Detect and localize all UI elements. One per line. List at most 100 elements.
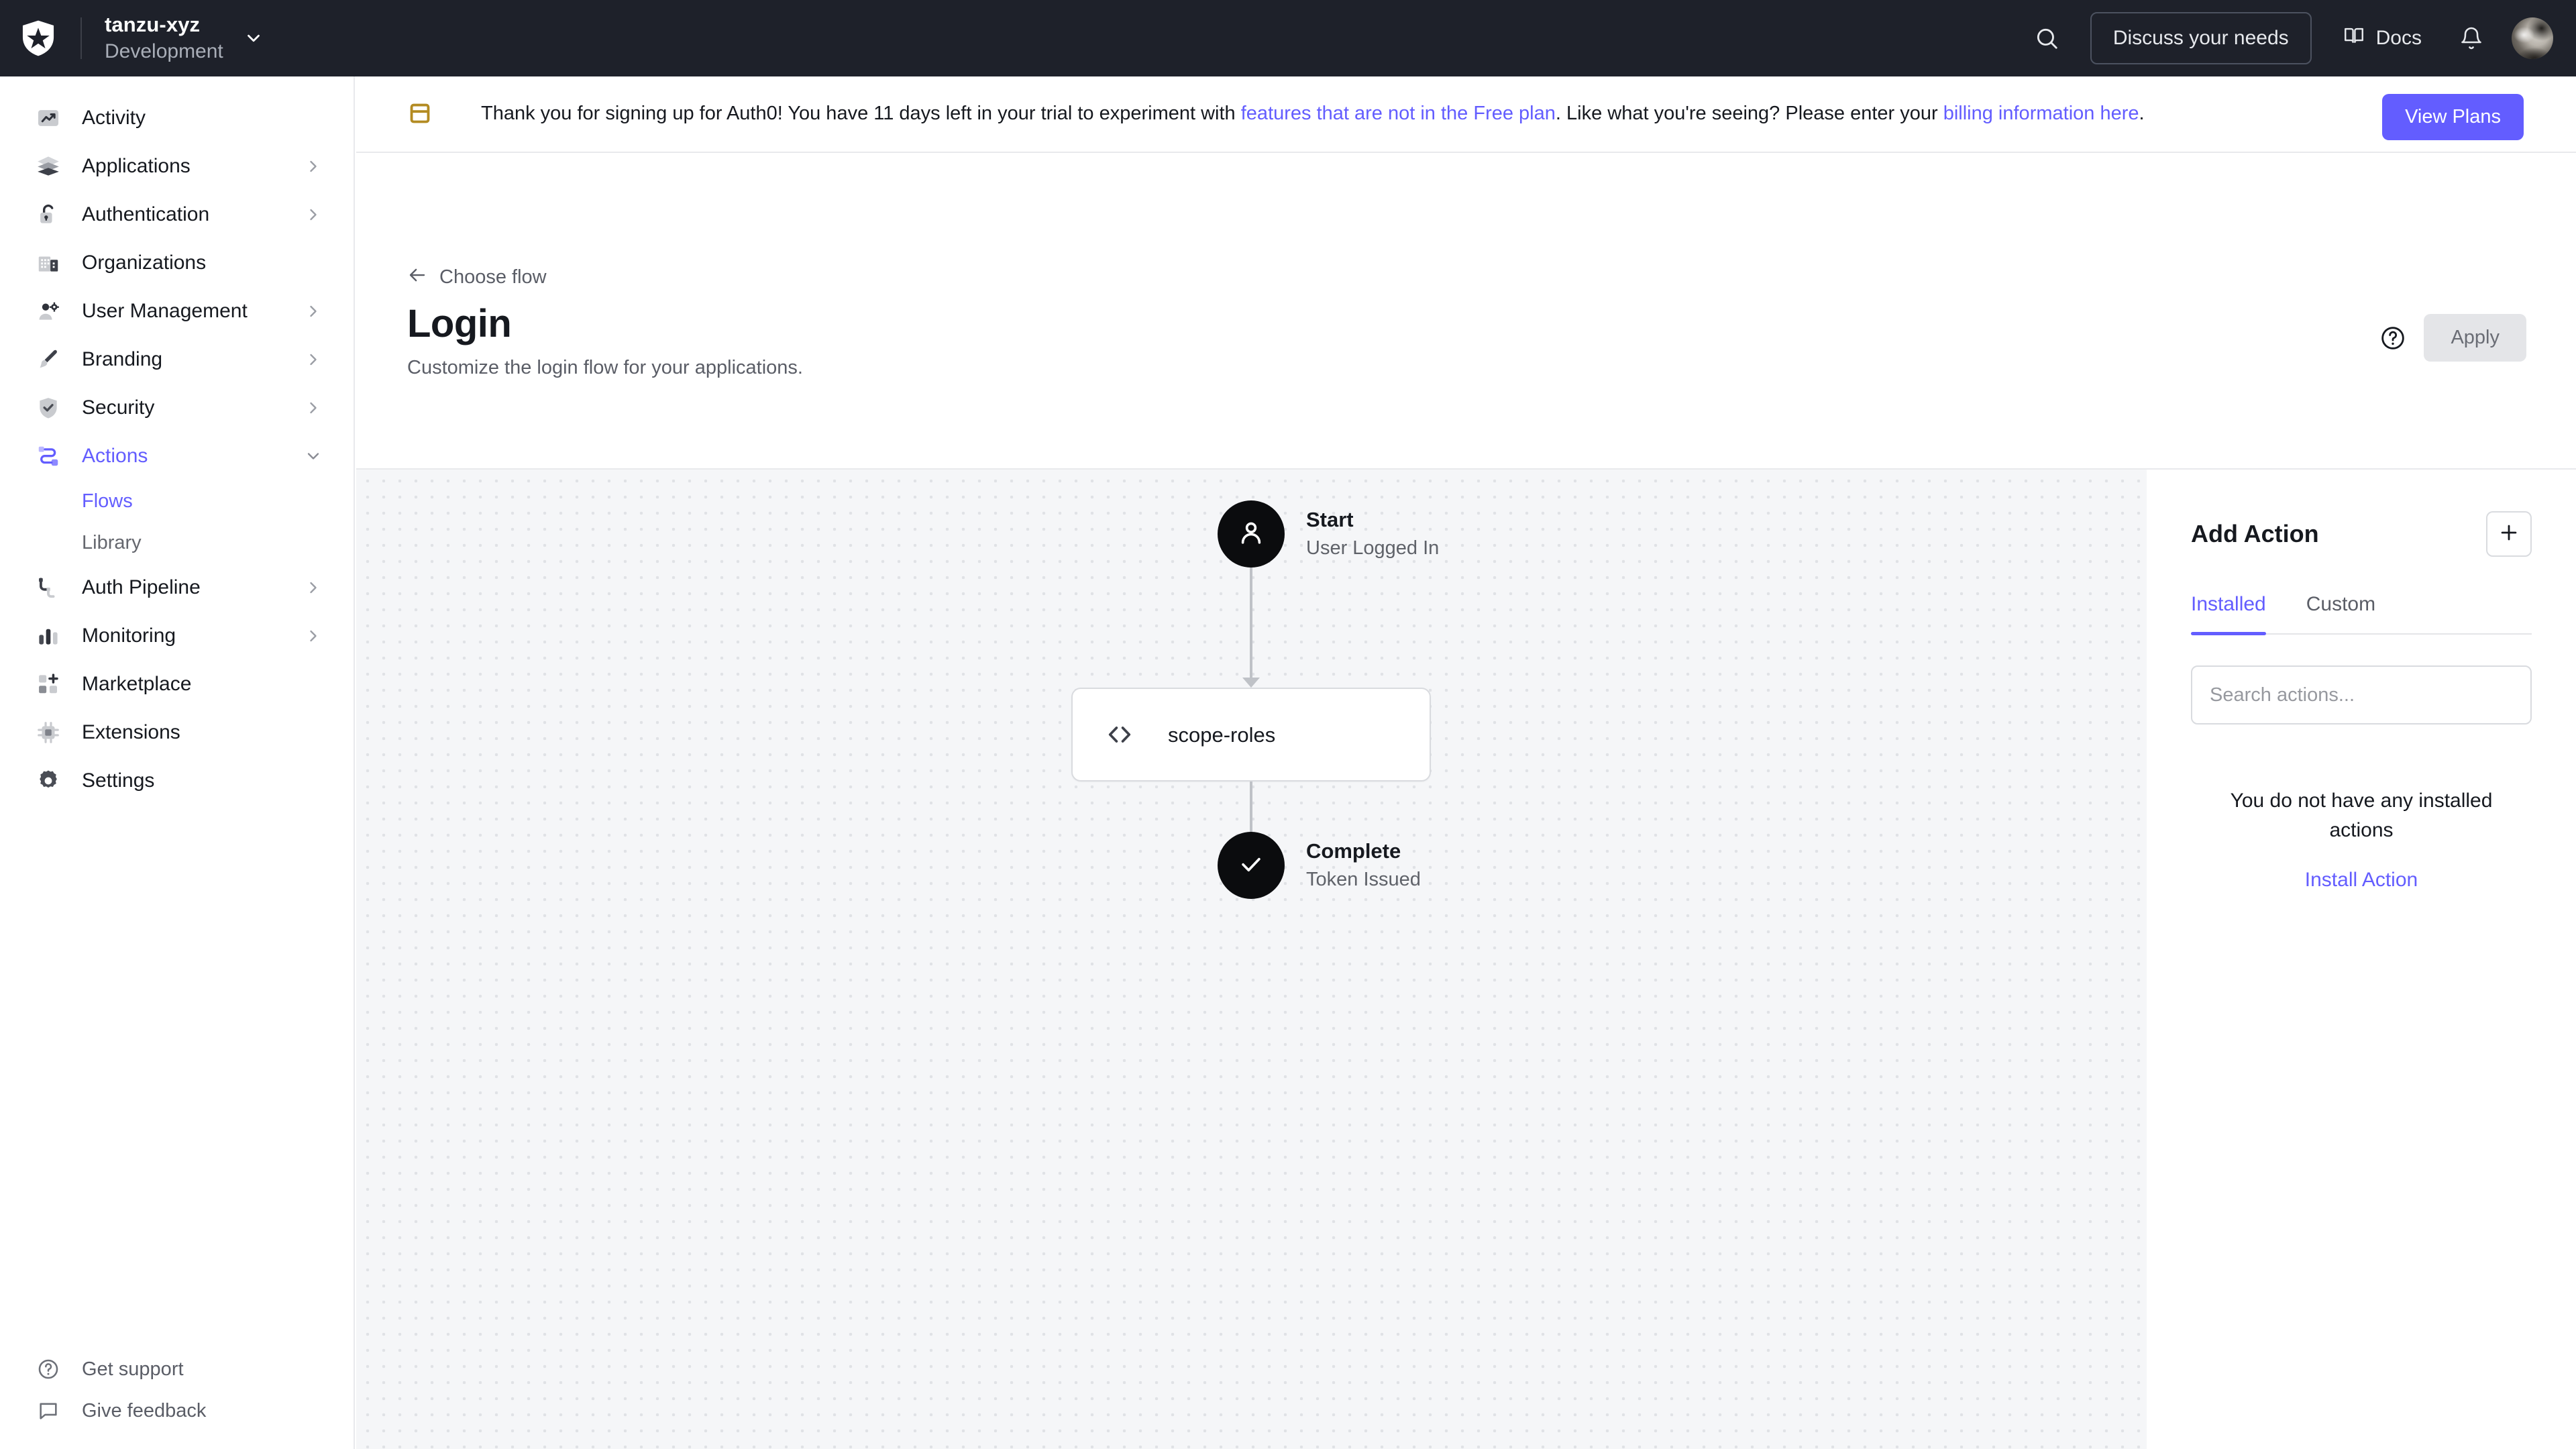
sidebar-item-label: Branding [82,348,163,370]
chat-bubble-icon [34,1396,63,1426]
sidebar-item-applications[interactable]: Applications [0,142,354,191]
start-node-texts: Start User Logged In [1306,507,1439,561]
actions-flow-icon [34,441,63,471]
sidebar-item-monitoring[interactable]: Monitoring [0,612,354,660]
page-header: Choose flow Login Customize the login fl… [356,154,2576,564]
chevron-right-icon [304,157,323,176]
choose-flow-back-link[interactable]: Choose flow [407,265,547,289]
sidebar-item-flows[interactable]: Flows [0,480,354,522]
give-feedback-link[interactable]: Give feedback [0,1390,354,1432]
flow-node-complete[interactable]: Complete Token Issued [1218,832,1421,899]
sidebar-item-label: User Management [82,300,248,322]
pipeline-icon [34,573,63,602]
auth0-shield-logo[interactable] [20,19,56,57]
sidebar-item-authentication[interactable]: Authentication [0,191,354,239]
tab-custom[interactable]: Custom [2306,594,2375,633]
search-actions-input[interactable] [2210,684,2513,706]
panel-title: Add Action [2191,520,2319,547]
sidebar-item-auth-pipeline[interactable]: Auth Pipeline [0,564,354,612]
docs-link[interactable]: Docs [2325,24,2439,52]
docs-label: Docs [2375,27,2422,49]
action-node-label: scope-roles [1168,722,1276,747]
panel-tabs: Installed Custom [2191,594,2532,635]
complete-node-circle[interactable] [1218,832,1285,899]
sidebar-item-marketplace[interactable]: Marketplace [0,660,354,708]
install-action-link[interactable]: Install Action [2305,870,2418,890]
banner-message: Thank you for signing up for Auth0! You … [481,101,2145,127]
empty-state: You do not have any installed actions In… [2203,786,2520,890]
auth0-dashboard: tanzu-xyz Development Discuss your needs… [0,0,2576,1449]
banner-text-3: . [2139,103,2145,125]
add-action-button[interactable] [2486,511,2532,557]
start-node-title: Start [1306,507,1354,531]
apply-button[interactable]: Apply [2424,314,2526,362]
user-gear-icon [34,297,63,326]
flow-diagram: Start User Logged In scope-roles Complet… [356,470,2147,1449]
footer-label: Get support [82,1358,184,1380]
sidebar-item-label: Authentication [82,203,210,225]
credit-card-icon [405,99,435,129]
sidebar-item-actions[interactable]: Actions [0,432,354,480]
trial-banner: Thank you for signing up for Auth0! You … [356,76,2576,153]
tenant-switcher[interactable]: tanzu-xyz Development [105,11,264,65]
flow-node-start[interactable]: Start User Logged In [1218,500,1439,568]
flow-canvas[interactable]: Start User Logged In scope-roles Complet… [356,468,2147,1449]
flow-node-scope-roles[interactable]: scope-roles [1071,688,1431,782]
sidebar-item-settings[interactable]: Settings [0,757,354,805]
brand-zone: tanzu-xyz Development [0,11,264,65]
tenant-names: tanzu-xyz Development [105,11,223,65]
sidebar-nav-list: Activity Applications Authentication Org… [0,76,354,805]
code-brackets-icon [1105,720,1134,749]
check-icon [1236,849,1266,882]
sidebar-item-label: Marketplace [82,673,192,695]
chevron-right-icon [304,350,323,369]
plus-icon [2498,521,2520,547]
tenant-name: tanzu-xyz [105,13,201,36]
free-plan-features-link[interactable]: features that are not in the Free plan [1241,103,1556,124]
back-link-label: Choose flow [439,266,547,288]
discuss-your-needs-button[interactable]: Discuss your needs [2090,12,2312,64]
view-plans-button[interactable]: View Plans [2382,94,2524,140]
person-icon [1235,517,1267,552]
gear-icon [34,766,63,796]
chevron-right-icon [304,627,323,645]
billing-information-link[interactable]: billing information here [1943,103,2139,124]
start-node-circle[interactable] [1218,500,1285,568]
sidebar-subitem-label: Flows [82,490,133,512]
sidebar-item-label: Organizations [82,252,207,274]
search-icon[interactable] [2017,25,2077,51]
empty-state-message: You do not have any installed actions [2230,790,2493,841]
sidebar-item-label: Settings [82,769,155,792]
sidebar-item-security[interactable]: Security [0,384,354,432]
sidebar-item-label: Auth Pipeline [82,576,201,598]
chevron-down-icon [244,28,264,48]
banner-text-2: . Like what you're seeing? Please enter … [1555,103,1943,125]
unlock-icon [34,200,63,229]
sidebar-item-user-management[interactable]: User Management [0,287,354,335]
tenant-environment: Development [105,40,223,62]
get-support-link[interactable]: Get support [0,1348,354,1390]
sidebar-item-organizations[interactable]: Organizations [0,239,354,287]
banner-text-1: Thank you for signing up for Auth0! You … [481,103,1241,125]
sidebar-item-branding[interactable]: Branding [0,335,354,384]
help-circle-icon [34,1354,63,1384]
sidebar-footer: Get support Give feedback [0,1348,354,1432]
activity-chart-icon [34,103,63,133]
sidebar-item-label: Applications [82,155,191,177]
chevron-right-icon [304,205,323,224]
sidebar-item-library[interactable]: Library [0,522,354,564]
arrow-left-icon [407,265,427,289]
help-circle-icon[interactable] [2379,325,2406,352]
footer-label: Give feedback [82,1399,207,1421]
paintbrush-icon [34,345,63,374]
chevron-right-icon [304,578,323,597]
search-actions-field[interactable] [2191,665,2532,724]
sidebar-item-extensions[interactable]: Extensions [0,708,354,757]
header-actions: Apply [2379,314,2526,362]
sidebar-item-activity[interactable]: Activity [0,94,354,142]
bell-icon[interactable] [2439,26,2504,50]
add-action-panel: Add Action Installed Custom You do not h… [2147,468,2576,1449]
tab-installed[interactable]: Installed [2191,594,2266,635]
avatar[interactable] [2512,17,2553,59]
complete-node-texts: Complete Token Issued [1306,839,1421,892]
